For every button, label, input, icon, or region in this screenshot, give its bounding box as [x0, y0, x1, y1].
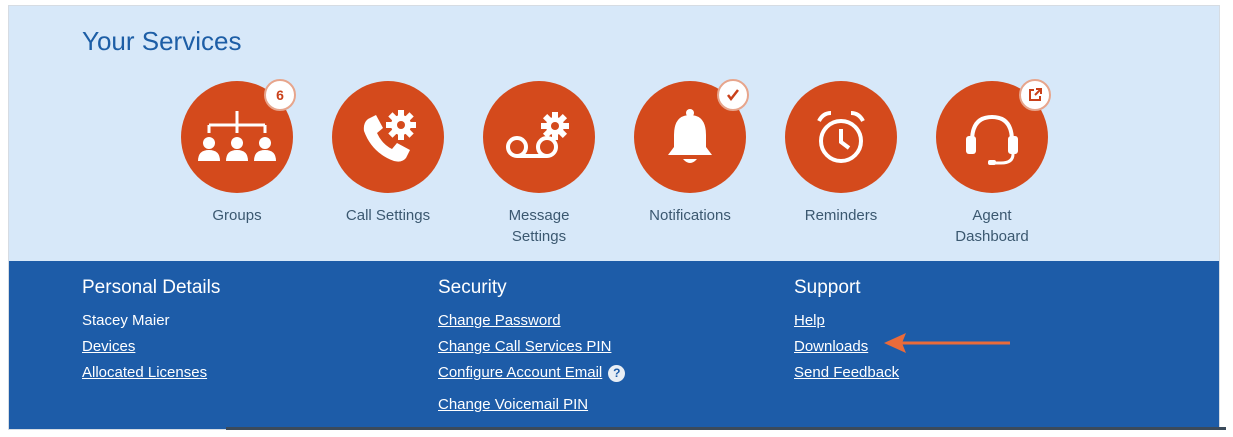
message-settings-label: Message Settings — [508, 207, 570, 245]
call-settings-circle[interactable] — [332, 81, 444, 193]
call-settings-tile[interactable]: Call Settings — [323, 81, 453, 226]
alarm-clock-icon — [817, 111, 865, 163]
notifications-check-badge — [717, 79, 749, 111]
checkmark-icon — [727, 89, 739, 102]
change-voicemail-pin-link[interactable]: Change Voicemail PIN — [438, 396, 625, 413]
user-name: Stacey Maier — [82, 312, 170, 329]
voicemail-settings-icon — [506, 112, 569, 158]
configure-account-email-link[interactable]: Configure Account Email — [438, 364, 602, 381]
security-heading: Security — [438, 277, 507, 298]
allocated-licenses-link[interactable]: Allocated Licenses — [82, 364, 220, 381]
personal-details-column: Personal Details Stacey Maier Devices Al… — [82, 277, 220, 390]
account-footer: Personal Details Stacey Maier Devices Al… — [9, 261, 1219, 429]
groups-count-badge: 6 — [264, 79, 296, 111]
groups-tile[interactable]: 6 Groups — [172, 79, 302, 226]
services-title: Your Services — [82, 26, 242, 56]
agent-dashboard-tile[interactable]: Agent Dashboard — [927, 79, 1057, 247]
external-link-icon — [1029, 88, 1042, 101]
agent-dashboard-label: Agent Dashboard — [955, 207, 1029, 245]
personal-details-heading: Personal Details — [82, 277, 221, 298]
reminders-tile[interactable]: Reminders — [776, 81, 906, 226]
security-column: Security Change Password Change Call Ser… — [438, 277, 626, 422]
reminders-circle[interactable] — [785, 81, 897, 193]
send-feedback-link[interactable]: Send Feedback — [794, 364, 899, 381]
agent-dashboard-external-badge — [1019, 79, 1051, 111]
call-settings-icon — [363, 110, 416, 162]
your-services-panel: Your Services 6 Groups Call Settings Mes… — [9, 6, 1219, 261]
notifications-label: Notifications — [649, 207, 731, 224]
call-settings-label: Call Settings — [345, 207, 431, 224]
message-settings-circle[interactable] — [483, 81, 595, 193]
devices-link[interactable]: Devices — [82, 338, 220, 355]
annotation-arrow-icon — [884, 333, 1010, 353]
support-heading: Support — [794, 277, 861, 298]
notifications-tile[interactable]: Notifications — [625, 79, 755, 226]
agent-dashboard-circle[interactable] — [936, 79, 1051, 193]
configure-account-email-row: Configure Account Email? — [438, 364, 626, 382]
help-icon[interactable]: ? — [608, 364, 626, 382]
message-settings-tile[interactable]: Message Settings — [474, 81, 604, 247]
groups-circle[interactable]: 6 — [181, 79, 296, 193]
reminders-label: Reminders — [804, 207, 878, 224]
change-call-services-pin-link[interactable]: Change Call Services PIN — [438, 338, 625, 355]
page-frame: Your Services 6 Groups Call Settings Mes… — [8, 5, 1220, 430]
notifications-circle[interactable] — [634, 79, 749, 193]
change-password-link[interactable]: Change Password — [438, 312, 625, 329]
help-link[interactable]: Help — [794, 312, 899, 329]
bottom-divider — [226, 427, 1226, 430]
groups-label: Groups — [212, 207, 262, 224]
